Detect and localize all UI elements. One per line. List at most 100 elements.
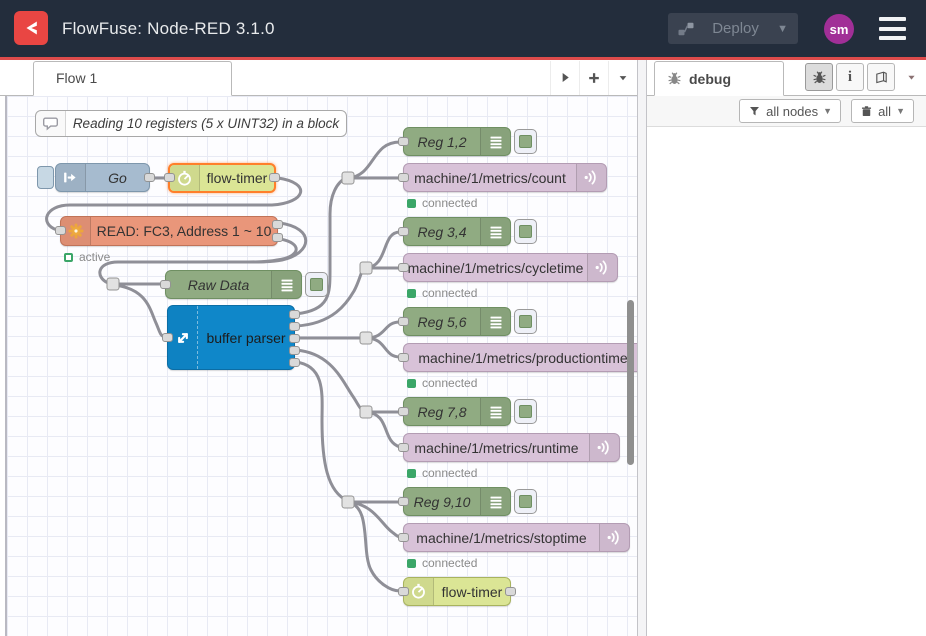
sidebar-info-button[interactable]: i (836, 63, 864, 91)
filter-nodes-label: all nodes (766, 104, 818, 119)
input-port[interactable] (398, 587, 409, 596)
node-debug-reg-5-6[interactable]: Reg 5,6 (403, 307, 511, 336)
input-port[interactable] (160, 280, 171, 289)
chevron-down-icon (906, 72, 917, 83)
node-mqtt-runtime[interactable]: machine/1/metrics/runtime (403, 433, 620, 462)
node-debug-raw-data[interactable]: Raw Data (165, 270, 302, 299)
status-dot (407, 289, 416, 298)
deploy-label: Deploy (702, 20, 769, 37)
add-flow-button[interactable] (579, 61, 608, 95)
input-port[interactable] (398, 353, 409, 362)
status-dot (64, 253, 73, 262)
input-port[interactable] (398, 173, 409, 182)
output-port-1[interactable] (289, 310, 300, 319)
user-avatar[interactable]: sm (824, 14, 854, 44)
flow-list-button[interactable] (550, 61, 579, 95)
node-status-mqtt-productiontime: connected (407, 376, 477, 390)
sidebar-help-button[interactable] (867, 63, 895, 91)
input-port[interactable] (398, 407, 409, 416)
input-port[interactable] (164, 173, 175, 182)
input-port[interactable] (398, 227, 409, 236)
debug-messages-panel[interactable] (647, 127, 926, 636)
output-port-2[interactable] (289, 322, 300, 331)
output-port[interactable] (269, 173, 280, 182)
input-port[interactable] (398, 443, 409, 452)
app-header: FlowFuse: Node-RED 3.1.0 Deploy ▼ sm (0, 0, 926, 57)
main-menu-icon[interactable] (879, 17, 906, 40)
node-flow-timer-2[interactable]: flow-timer (403, 577, 511, 606)
filter-nodes-button[interactable]: all nodes ▼ (739, 99, 841, 123)
node-label: machine/1/metrics/productiontime (404, 344, 637, 371)
node-debug-reg-3-4[interactable]: Reg 3,4 (403, 217, 511, 246)
node-mqtt-stoptime[interactable]: machine/1/metrics/stoptime (403, 523, 630, 552)
sidebar-menu-button[interactable] (898, 63, 924, 91)
node-label: Raw Data (166, 271, 271, 298)
output-port[interactable] (144, 173, 155, 182)
node-mqtt-cycletime[interactable]: machine/1/metrics/cycletime (403, 253, 618, 282)
inject-trigger-button[interactable] (37, 166, 54, 189)
status-text: connected (422, 196, 477, 210)
node-label: Reg 9,10 (404, 488, 480, 515)
output-port-2[interactable] (272, 233, 283, 242)
output-port-4[interactable] (289, 346, 300, 355)
sidebar-debug-button[interactable] (805, 63, 833, 91)
input-port[interactable] (398, 137, 409, 146)
tab-debug[interactable]: debug (654, 61, 784, 96)
deploy-button[interactable]: Deploy ▼ (668, 13, 798, 44)
debug-toggle-button[interactable] (514, 219, 537, 244)
debug-toggle-button[interactable] (514, 129, 537, 154)
node-inject-go[interactable]: Go (55, 163, 150, 192)
output-port-1[interactable] (272, 220, 283, 229)
deploy-chevron-icon[interactable]: ▼ (777, 23, 788, 35)
output-port-5[interactable] (289, 358, 300, 367)
flowfuse-logo-icon (14, 11, 48, 45)
wifi-icon (599, 524, 629, 551)
node-flow-timer-1[interactable]: flow-timer (168, 163, 276, 193)
debug-toggle-button[interactable] (305, 272, 328, 297)
node-red-app: FlowFuse: Node-RED 3.1.0 Deploy ▼ sm Flo… (0, 0, 926, 636)
sidebar-splitter[interactable] (637, 60, 647, 636)
status-dot (407, 559, 416, 568)
node-debug-reg-9-10[interactable]: Reg 9,10 (403, 487, 511, 516)
wifi-icon (587, 254, 617, 281)
debug-toggle-button[interactable] (514, 399, 537, 424)
bug-icon (667, 71, 682, 86)
node-debug-reg-1-2[interactable]: Reg 1,2 (403, 127, 511, 156)
node-comment[interactable]: Reading 10 registers (5 x UINT32) in a b… (35, 110, 347, 137)
list-icon (480, 398, 510, 425)
node-mqtt-productiontime[interactable]: machine/1/metrics/productiontime (403, 343, 637, 372)
input-port[interactable] (398, 317, 409, 326)
node-status-mqtt-stoptime: connected (407, 556, 477, 570)
debug-toggle-button[interactable] (514, 309, 537, 334)
bug-icon (812, 70, 827, 85)
input-port[interactable] (398, 497, 409, 506)
flow-menu-button[interactable] (608, 61, 637, 95)
flow-canvas[interactable]: Reading 10 registers (5 x UINT32) in a b… (0, 96, 637, 636)
tab-flow-1[interactable]: Flow 1 (33, 61, 232, 96)
clear-messages-button[interactable]: all ▼ (851, 99, 914, 123)
debug-toggle-button[interactable] (514, 489, 537, 514)
canvas-vertical-scrollbar[interactable] (627, 300, 634, 465)
output-port[interactable] (505, 587, 516, 596)
node-mqtt-count[interactable]: machine/1/metrics/count (403, 163, 607, 192)
node-status-modbus-read: active (64, 250, 110, 264)
input-port[interactable] (162, 333, 173, 342)
status-dot (407, 199, 416, 208)
node-label: Reg 7,8 (404, 398, 480, 425)
status-text: connected (422, 376, 477, 390)
sidebar-tab-bar: debug i (647, 60, 926, 96)
node-buffer-parser[interactable]: buffer parser (167, 305, 295, 370)
node-label: machine/1/metrics/runtime (404, 434, 589, 461)
tab-debug-label: debug (689, 71, 731, 87)
node-layer: Reading 10 registers (5 x UINT32) in a b… (0, 96, 637, 636)
node-label: machine/1/metrics/cycletime (404, 254, 587, 281)
output-port-3[interactable] (289, 334, 300, 343)
workspace-tab-bar: Flow 1 (0, 60, 637, 96)
chevron-down-icon (617, 72, 629, 84)
node-label: machine/1/metrics/count (404, 164, 576, 191)
node-debug-reg-7-8[interactable]: Reg 7,8 (403, 397, 511, 426)
input-port[interactable] (398, 263, 409, 272)
input-port[interactable] (398, 533, 409, 542)
node-modbus-read[interactable]: READ: FC3, Address 1 ~ 10 (60, 216, 278, 246)
input-port[interactable] (55, 226, 66, 235)
